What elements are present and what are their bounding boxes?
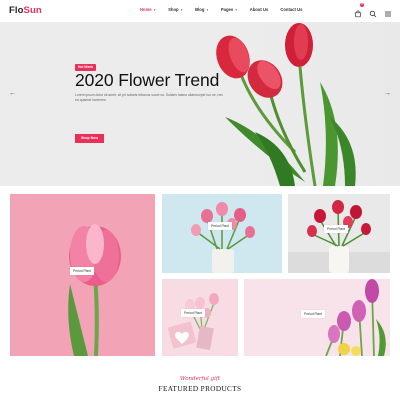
- tile-label: Period Plant: [208, 222, 232, 230]
- nav-label: Blog: [195, 7, 205, 12]
- heart-bouquet-image: [168, 293, 219, 351]
- nav-label: Home: [140, 7, 152, 12]
- nav-item-contact-us[interactable]: Contact Us: [280, 7, 302, 12]
- cart-icon[interactable]: 0: [354, 3, 364, 18]
- chevron-down-icon: ▼: [180, 7, 184, 12]
- chevron-right-icon[interactable]: →: [384, 90, 391, 97]
- nav-label: Contact Us: [280, 7, 303, 12]
- cart-count-badge: 0: [360, 3, 364, 7]
- search-icon[interactable]: [369, 5, 377, 18]
- nav-label: Shop: [168, 7, 179, 12]
- featured-title: FEATURED PRODUCTS: [158, 385, 242, 393]
- nav-label: Pages: [220, 7, 234, 12]
- hero-slider: ← → Hot Week 2020 Flower Trend Lorem ips…: [0, 22, 400, 186]
- hero-title: 2020 Flower Trend: [75, 70, 220, 90]
- gallery-tile-tulip-vase-blue[interactable]: Period Plant: [162, 194, 282, 273]
- tile-label: Period Plant: [181, 309, 205, 317]
- chevron-down-icon: ▼: [153, 7, 157, 12]
- nav-item-blog[interactable]: Blog ▼: [195, 7, 209, 12]
- featured-subtitle: Wonderful gift: [179, 376, 221, 382]
- menu-icon[interactable]: [384, 5, 392, 17]
- nav-item-pages[interactable]: Pages ▼: [221, 7, 238, 12]
- nav-item-shop[interactable]: Shop ▼: [168, 7, 183, 12]
- hero-description: Lorem ipsum dolor sit amet, sit pri soll…: [75, 93, 223, 102]
- logo-text-primary: Flo: [9, 5, 24, 16]
- main-nav: Home ▼ Shop ▼ Blog ▼ Pages ▼ About Us Contac…: [140, 7, 314, 12]
- shop-now-button[interactable]: Shop Now: [75, 134, 104, 143]
- nav-item-about-us[interactable]: About Us: [250, 7, 269, 12]
- chevron-down-icon: ▼: [234, 7, 238, 12]
- tile-label: Period Plant: [324, 225, 348, 233]
- nav-item-home[interactable]: Home ▼: [140, 7, 156, 12]
- chevron-down-icon: ▼: [205, 7, 209, 12]
- tile-label: Period Plant: [301, 310, 325, 318]
- chevron-left-icon[interactable]: ←: [9, 90, 16, 97]
- tile-label: Period Plant: [70, 267, 94, 275]
- gallery-tile-pink-tulip[interactable]: Period Plant: [10, 194, 155, 356]
- header-icons: 0: [354, 3, 392, 18]
- gallery-tile-red-tulips[interactable]: Period Plant: [288, 194, 390, 273]
- pink-tulip-image: [68, 224, 121, 356]
- hero-tulip-image: [216, 23, 356, 186]
- tulip-vase-image: [191, 202, 255, 273]
- red-tulip-vase-image: [288, 200, 390, 273]
- page: FloSun Home ▼ Shop ▼ Blog ▼ Pages ▼ About Us…: [0, 0, 400, 400]
- nav-label: About Us: [249, 7, 269, 12]
- gallery-tile-purple-tulips[interactable]: Period Plant: [244, 279, 390, 356]
- gallery-tile-heart-bouquet[interactable]: Period Plant: [162, 279, 238, 356]
- logo-text-accent: Sun: [23, 5, 42, 16]
- logo[interactable]: FloSun: [9, 5, 42, 16]
- site-header: FloSun Home ▼ Shop ▼ Blog ▼ Pages ▼ About Us…: [0, 0, 400, 22]
